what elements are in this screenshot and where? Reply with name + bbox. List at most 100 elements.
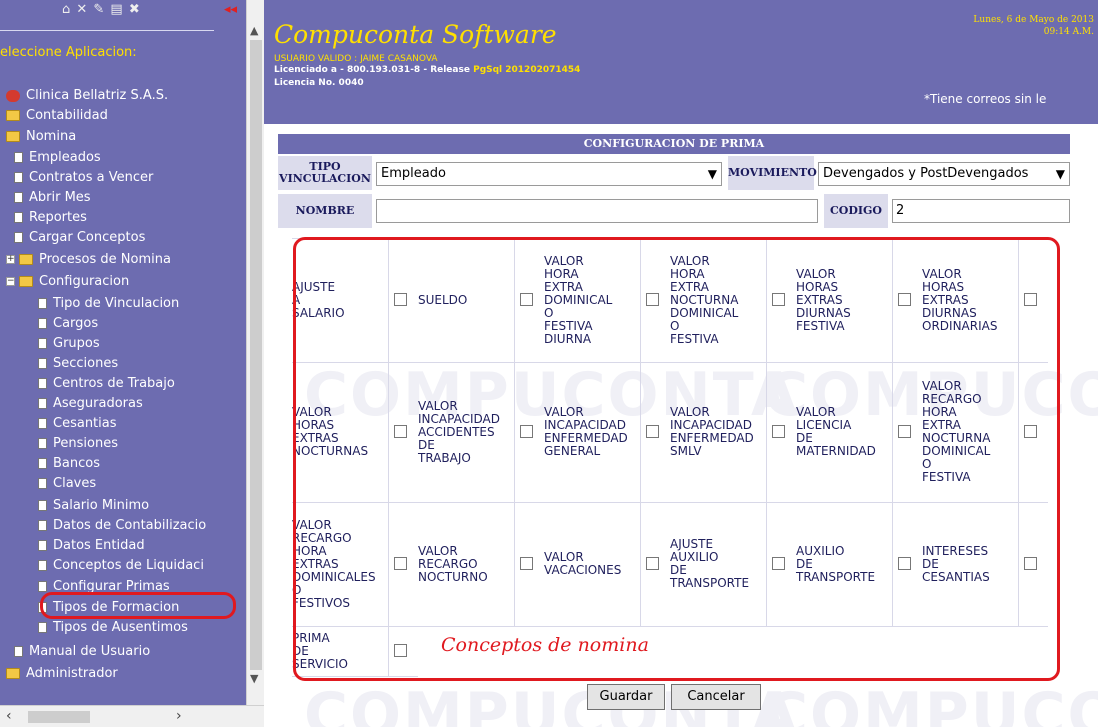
sidebar-item-pensiones[interactable]: Pensiones (0, 434, 246, 454)
sidebar-item-empleados[interactable]: Empleados (0, 148, 246, 168)
page-icon (14, 232, 23, 243)
sidebar-item-label: Administrador (26, 666, 118, 681)
sidebar-item-label: Cargos (53, 316, 99, 331)
sidebar-item-abrir-mes[interactable]: Abrir Mes (0, 188, 246, 208)
sidebar-item-manual-de-usuario[interactable]: Manual de Usuario (0, 642, 246, 662)
sidebar-item-label: Procesos de Nomina (39, 252, 171, 267)
sidebar-horizontal-scrollbar[interactable]: ‹ › (0, 705, 264, 727)
page-icon (38, 418, 47, 429)
chevron-down-icon: ▼ (1055, 167, 1065, 181)
sidebar-item-nomina[interactable]: Nomina (0, 127, 246, 147)
sidebar-item-contabilidad[interactable]: Contabilidad (0, 106, 246, 126)
sidebar-item-cargar-conceptos[interactable]: Cargar Conceptos (0, 228, 246, 248)
company-name: Compuconta Software (274, 20, 557, 49)
time: 09:14 A.M. (1043, 27, 1094, 37)
page-icon (38, 398, 47, 409)
sidebar-item-label: Datos de Contabilizacio (53, 518, 207, 533)
page-icon (14, 192, 23, 203)
sidebar-item-tipo-de-vinculacion[interactable]: Tipo de Vinculacion (0, 294, 246, 314)
sidebar-item-tipos-de-ausentimos[interactable]: Tipos de Ausentimos (0, 618, 246, 638)
sidebar-item-claves[interactable]: Claves (0, 474, 246, 494)
sidebar-item-label: Pensiones (53, 436, 118, 451)
sidebar-item-label: Tipo de Vinculacion (53, 296, 180, 311)
sidebar-item-label: Salario Minimo (53, 498, 150, 513)
sidebar-item-datos-de-contabilizacio[interactable]: Datos de Contabilizacio (0, 516, 246, 536)
sidebar-item-label: Configuracion (39, 274, 130, 289)
sidebar-item-salario-minimo[interactable]: Salario Minimo (0, 496, 246, 516)
sidebar-item-cesantias[interactable]: Cesantias (0, 414, 246, 434)
sidebar-item-configuracion[interactable]: − Configuracion (0, 272, 246, 292)
sidebar-item-label: Bancos (53, 456, 100, 471)
sidebar-item-label: Clinica Bellatriz S.A.S. (26, 88, 169, 103)
sidebar-item-datos-entidad[interactable]: Datos Entidad (0, 536, 246, 556)
sidebar-item-label: Grupos (53, 336, 100, 351)
scrollbar-thumb[interactable] (28, 711, 90, 723)
sidebar-item-label: Empleados (29, 150, 101, 165)
date: Lunes, 6 de Mayo de 2013 (973, 15, 1094, 25)
page-icon (38, 458, 47, 469)
date-time: Lunes, 6 de Mayo de 2013 09:14 A.M. (973, 14, 1094, 38)
page-icon (38, 540, 47, 551)
sidebar-toolbar-icons[interactable]: ⌂ ✕ ✎ ▤ ✖ (62, 2, 141, 17)
tipo-vinculacion-select[interactable]: Empleado ▼ (376, 162, 722, 186)
movimiento-value: Devengados y PostDevengados (823, 166, 1029, 181)
sidebar-vertical-scrollbar[interactable]: ▲ ▼ (246, 0, 264, 705)
scroll-down-icon[interactable]: ▼ (250, 672, 258, 685)
bomb-icon (6, 89, 20, 102)
scrollbar-thumb[interactable] (250, 40, 262, 670)
sidebar-item-procesos-de-nomina[interactable]: + Procesos de Nomina (0, 250, 246, 270)
sidebar-item-label: Contratos a Vencer (29, 170, 154, 185)
folder-icon (6, 668, 20, 679)
app-header: Compuconta Software USUARIO VALIDO : JAI… (264, 0, 1098, 124)
collapse-icon[interactable]: − (6, 277, 15, 286)
page-icon (38, 378, 47, 389)
sidebar-item-contratos-a-vencer[interactable]: Contratos a Vencer (0, 168, 246, 188)
sidebar-item-label: Centros de Trabajo (53, 376, 175, 391)
divider (0, 30, 214, 31)
page-icon (38, 500, 47, 511)
codigo-label: CODIGO (824, 194, 888, 228)
cancel-button[interactable]: Cancelar (671, 684, 761, 710)
license-info: Licenciado a - 800.193.031-8 - Release P… (274, 65, 580, 75)
nombre-label: NOMBRE (278, 194, 372, 228)
sidebar-item-administrador[interactable]: Administrador (0, 664, 246, 684)
form-title: CONFIGURACION DE PRIMA (278, 134, 1070, 154)
chevron-down-icon: ▼ (707, 167, 717, 181)
sidebar-item-clinica-bellatriz-s-a-s[interactable]: Clinica Bellatriz S.A.S. (0, 86, 246, 106)
page-icon (38, 478, 47, 489)
valid-user: USUARIO VALIDO : JAIME CASANOVA (274, 54, 438, 64)
scroll-up-icon[interactable]: ▲ (250, 24, 258, 37)
scroll-right-icon[interactable]: › (176, 708, 182, 724)
sidebar-item-bancos[interactable]: Bancos (0, 454, 246, 474)
collapse-icon[interactable]: ◂◂ (224, 2, 237, 17)
save-button[interactable]: Guardar (587, 684, 665, 710)
license-number: Licencia No. 0040 (274, 78, 364, 88)
sidebar-item-label: Claves (53, 476, 97, 491)
page-icon (14, 152, 23, 163)
mail-notice[interactable]: *Tiene correos sin le (924, 92, 1046, 106)
select-application-label: eleccione Aplicacion: (0, 45, 137, 60)
page-icon (38, 338, 47, 349)
folder-icon (19, 254, 33, 265)
expand-icon[interactable]: + (6, 255, 15, 264)
sidebar-item-label: Tipos de Ausentimos (53, 620, 188, 635)
page-icon (38, 318, 47, 329)
sidebar-item-reportes[interactable]: Reportes (0, 208, 246, 228)
movimiento-select[interactable]: Devengados y PostDevengados ▼ (818, 162, 1070, 186)
sidebar-item-secciones[interactable]: Secciones (0, 354, 246, 374)
folder-icon (6, 110, 20, 121)
sidebar-item-conceptos-de-liquidaci[interactable]: Conceptos de Liquidaci (0, 556, 246, 576)
sidebar-item-centros-de-trabajo[interactable]: Centros de Trabajo (0, 374, 246, 394)
movimiento-label: MOVIMIENTO (728, 156, 817, 190)
codigo-input[interactable]: 2 (892, 199, 1070, 223)
page-icon (14, 646, 23, 657)
nombre-input[interactable] (376, 199, 818, 223)
tipo-vinculacion-value: Empleado (381, 166, 446, 181)
sidebar-item-grupos[interactable]: Grupos (0, 334, 246, 354)
scroll-left-icon[interactable]: ‹ (6, 708, 12, 724)
sidebar-item-label: Reportes (29, 210, 87, 225)
sidebar-item-label: Aseguradoras (53, 396, 143, 411)
concepts-highlight (293, 237, 1060, 681)
sidebar-item-aseguradoras[interactable]: Aseguradoras (0, 394, 246, 414)
sidebar-item-cargos[interactable]: Cargos (0, 314, 246, 334)
